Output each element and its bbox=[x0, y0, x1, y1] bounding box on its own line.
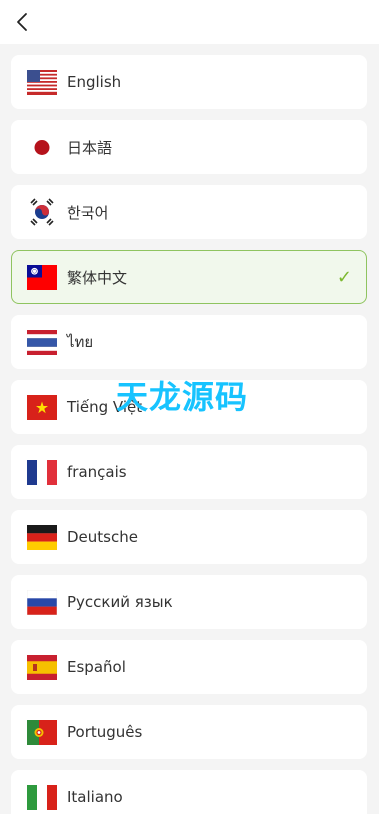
language-item-japanese[interactable]: 日本語 bbox=[11, 120, 367, 174]
language-label: 繁体中文 bbox=[67, 268, 128, 287]
language-label: français bbox=[67, 463, 127, 481]
japan-flag-icon bbox=[27, 135, 57, 160]
italy-flag-icon bbox=[27, 784, 57, 810]
chevron-left-icon bbox=[17, 13, 27, 31]
back-button[interactable] bbox=[8, 8, 36, 36]
language-item-vietnamese[interactable]: Tiếng Việt bbox=[11, 380, 367, 434]
language-item-russian[interactable]: Русский язык bbox=[11, 575, 367, 629]
language-label: ไทย bbox=[67, 333, 94, 351]
header-bar bbox=[0, 0, 379, 44]
language-label: Español bbox=[67, 658, 126, 676]
language-item-traditional-chinese[interactable]: 繁体中文 ✓ bbox=[11, 250, 367, 304]
language-label: Italiano bbox=[67, 788, 123, 806]
language-list: English 日本語 한국어 繁体中文 ✓ ไทย Tiếng Việt fr… bbox=[11, 55, 367, 814]
language-item-italian[interactable]: Italiano bbox=[11, 770, 367, 814]
france-flag-icon bbox=[27, 459, 57, 485]
language-item-korean[interactable]: 한국어 bbox=[11, 185, 367, 239]
language-item-thai[interactable]: ไทย bbox=[11, 315, 367, 369]
language-label: Português bbox=[67, 723, 143, 741]
language-item-english[interactable]: English bbox=[11, 55, 367, 109]
korea-flag-icon bbox=[27, 198, 57, 226]
language-item-german[interactable]: Deutsche bbox=[11, 510, 367, 564]
vietnam-flag-icon bbox=[27, 394, 57, 420]
checkmark-icon: ✓ bbox=[336, 267, 352, 287]
language-label: Русский язык bbox=[67, 593, 173, 611]
germany-flag-icon bbox=[27, 524, 57, 550]
language-label: Deutsche bbox=[67, 528, 138, 546]
language-label: English bbox=[67, 73, 122, 91]
language-item-spanish[interactable]: Español bbox=[11, 640, 367, 694]
language-label: 한국어 bbox=[67, 203, 109, 222]
spain-flag-icon bbox=[27, 654, 57, 680]
thailand-flag-icon bbox=[27, 329, 57, 355]
taiwan-flag-icon bbox=[27, 264, 57, 290]
russia-flag-icon bbox=[27, 589, 57, 615]
language-label: Tiếng Việt bbox=[67, 398, 143, 416]
language-label: 日本語 bbox=[67, 138, 113, 157]
language-item-portuguese[interactable]: Português bbox=[11, 705, 367, 759]
language-item-french[interactable]: français bbox=[11, 445, 367, 499]
portugal-flag-icon bbox=[27, 719, 57, 745]
us-flag-icon bbox=[27, 69, 57, 95]
